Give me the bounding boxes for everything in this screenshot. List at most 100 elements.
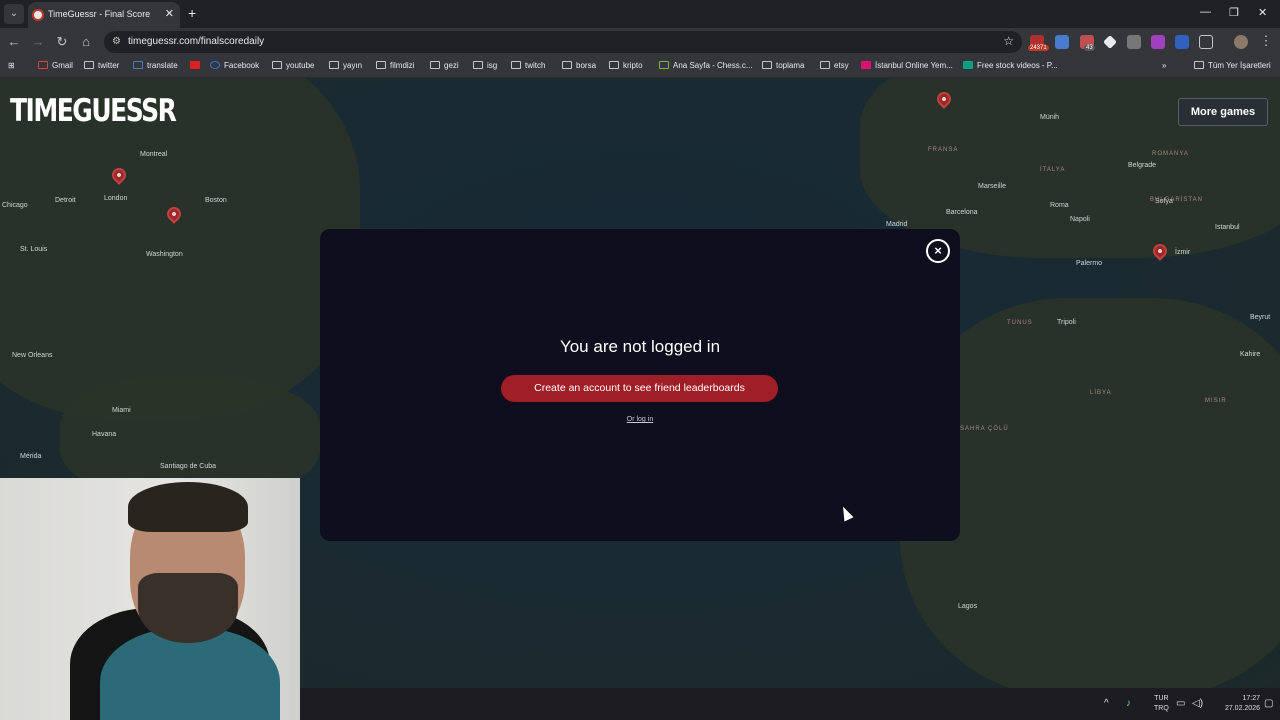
folder-icon xyxy=(762,61,772,69)
folder-icon xyxy=(820,61,830,69)
map-city-label: St. Louis xyxy=(20,246,48,253)
map-city-label: İzmir xyxy=(1175,249,1191,256)
bookmark-folder-twitch[interactable]: twitch xyxy=(511,61,545,70)
close-icon[interactable]: × xyxy=(926,239,950,263)
input-language-indicator[interactable]: TUR TRQ xyxy=(1154,694,1169,714)
bookmark-chess[interactable]: Ana Sayfa - Chess.c... xyxy=(659,61,753,70)
gmail-icon xyxy=(38,61,48,69)
folder-icon xyxy=(1194,61,1204,69)
extension-icon[interactable] xyxy=(1127,35,1141,49)
timeguessr-logo[interactable]: TIMEGUESSR xyxy=(10,86,177,136)
tab-active[interactable]: TimeGuessr - Final Score ✕ xyxy=(28,2,180,28)
network-icon[interactable]: ▭ xyxy=(1176,698,1185,709)
bookmark-folder-kripto[interactable]: kripto xyxy=(609,61,643,70)
profile-avatar[interactable] xyxy=(1234,35,1248,49)
map-city-label: Roma xyxy=(1050,202,1069,209)
extension-icon[interactable] xyxy=(1175,35,1189,49)
map-city-label: Chicago xyxy=(2,202,28,209)
map-city-label: Mérida xyxy=(20,453,42,460)
apps-grid-icon[interactable]: ⊞ xyxy=(8,61,15,70)
map-country-label: LİBYA xyxy=(1090,390,1112,396)
bookmark-translate[interactable]: translate xyxy=(133,61,178,70)
folder-icon xyxy=(511,61,521,69)
chess-icon xyxy=(659,61,669,69)
new-tab-button[interactable]: + xyxy=(188,5,196,21)
bookmarks-bar: ⊞ Gmail twitter translate Facebook youtu… xyxy=(0,56,1280,78)
map-country-label: İTALYA xyxy=(1040,167,1066,173)
bookmark-folder-isg[interactable]: isg xyxy=(473,61,497,70)
bookmarks-overflow-icon[interactable]: » xyxy=(1162,61,1166,70)
map-city-label: Münih xyxy=(1040,114,1060,121)
tab-close-icon[interactable]: ✕ xyxy=(165,7,174,20)
bookmark-label: kripto xyxy=(623,61,643,70)
extension-badge: 43 xyxy=(1084,45,1095,51)
x-icon xyxy=(84,61,94,69)
back-icon[interactable]: ← xyxy=(6,34,22,49)
bookmark-label: gezi xyxy=(444,61,459,70)
menu-dots-icon[interactable]: ⋮ xyxy=(1258,33,1274,49)
map-country-label: ROMANYA xyxy=(1152,151,1189,157)
extensions-puzzle-icon[interactable] xyxy=(1199,35,1213,49)
bookmark-folder-youtube[interactable]: youtube xyxy=(272,61,314,70)
bookmark-folder-etsy[interactable]: etsy xyxy=(820,61,849,70)
microphone-icon[interactable]: ♪ xyxy=(1126,698,1131,709)
notifications-icon[interactable]: ▢ xyxy=(1264,698,1273,709)
site-info-icon[interactable]: ⚙ xyxy=(112,36,121,47)
create-account-button[interactable]: Create an account to see friend leaderbo… xyxy=(501,375,778,402)
all-bookmarks[interactable]: Tüm Yer İşaretleri xyxy=(1194,61,1271,70)
bookmark-yemek[interactable]: İstanbul Online Yem... xyxy=(861,61,953,70)
folder-icon xyxy=(376,61,386,69)
map-city-label: Lagos xyxy=(958,603,978,610)
translate-icon xyxy=(133,61,143,69)
bookmark-pexels[interactable]: Free stock videos - P... xyxy=(963,61,1058,70)
extension-icon[interactable] xyxy=(1151,35,1165,49)
forward-icon[interactable]: → xyxy=(30,34,46,49)
bookmark-label: isg xyxy=(487,61,498,70)
bookmark-folder-gezi[interactable]: gezi xyxy=(430,61,459,70)
bookmark-folder-yayin[interactable]: yayın xyxy=(329,61,362,70)
bookmark-folder-toplama[interactable]: toplama xyxy=(762,61,804,70)
url-text[interactable]: timeguessr.com/finalscoredaily xyxy=(128,36,264,47)
bookmark-star-icon[interactable]: ☆ xyxy=(1003,34,1014,48)
map-city-label: Havana xyxy=(92,431,117,438)
volume-icon[interactable]: ◁) xyxy=(1192,698,1203,709)
map-city-label: Palermo xyxy=(1076,260,1103,267)
address-bar[interactable]: ⚙ timeguessr.com/finalscoredaily ☆ xyxy=(104,31,1022,53)
extension-icon[interactable] xyxy=(1103,35,1117,49)
login-modal: × You are not logged in Create an accoun… xyxy=(320,229,960,541)
bookmark-folder-borsa[interactable]: borsa xyxy=(562,61,596,70)
bookmark-gmail[interactable]: Gmail xyxy=(38,61,73,70)
extension-badge: 24371 xyxy=(1028,45,1049,51)
bookmark-label: yayın xyxy=(343,61,363,70)
bookmark-label: Ana Sayfa - Chess.c... xyxy=(673,61,753,70)
translate-extension-icon[interactable] xyxy=(1055,35,1069,49)
bookmark-folder-filmdizi[interactable]: filmdizi xyxy=(376,61,414,70)
bookmark-label: translate xyxy=(147,61,178,70)
language-bottom: TRQ xyxy=(1154,705,1169,712)
restore-icon[interactable]: ❐ xyxy=(1229,6,1239,19)
bookmark-label: Facebook xyxy=(224,61,260,70)
bookmark-label: twitch xyxy=(525,61,546,70)
minimize-icon[interactable]: — xyxy=(1200,6,1211,18)
bookmark-label: youtube xyxy=(286,61,315,70)
bookmark-label: Tüm Yer İşaretleri xyxy=(1208,61,1271,70)
map-city-label: Montreal xyxy=(140,151,168,158)
windows-taskbar: ^ ♪ TUR TRQ ▭ ◁) 17:27 27.02.2026 ▢ xyxy=(300,688,1280,720)
folder-icon xyxy=(473,61,483,69)
clock[interactable]: 17:27 27.02.2026 xyxy=(1212,694,1260,714)
window-close-icon[interactable]: ✕ xyxy=(1258,6,1267,19)
modal-title: You are not logged in xyxy=(559,337,721,356)
bookmark-youtube-icon[interactable] xyxy=(190,61,204,70)
bookmark-facebook[interactable]: Facebook xyxy=(210,61,259,70)
map-city-label: Istanbul xyxy=(1215,224,1240,231)
home-icon[interactable]: ⌂ xyxy=(78,34,94,49)
more-games-button[interactable]: More games xyxy=(1178,98,1268,126)
map-city-label: Napoli xyxy=(1070,216,1090,223)
tab-search-button[interactable]: ⌄ xyxy=(4,4,24,24)
pexels-icon xyxy=(963,61,973,69)
login-link[interactable]: Or log in xyxy=(320,416,960,423)
reload-icon[interactable]: ↻ xyxy=(54,34,70,50)
show-hidden-icons-icon[interactable]: ^ xyxy=(1104,698,1109,709)
map-city-label: Marseille xyxy=(978,183,1007,190)
bookmark-twitter[interactable]: twitter xyxy=(84,61,119,70)
